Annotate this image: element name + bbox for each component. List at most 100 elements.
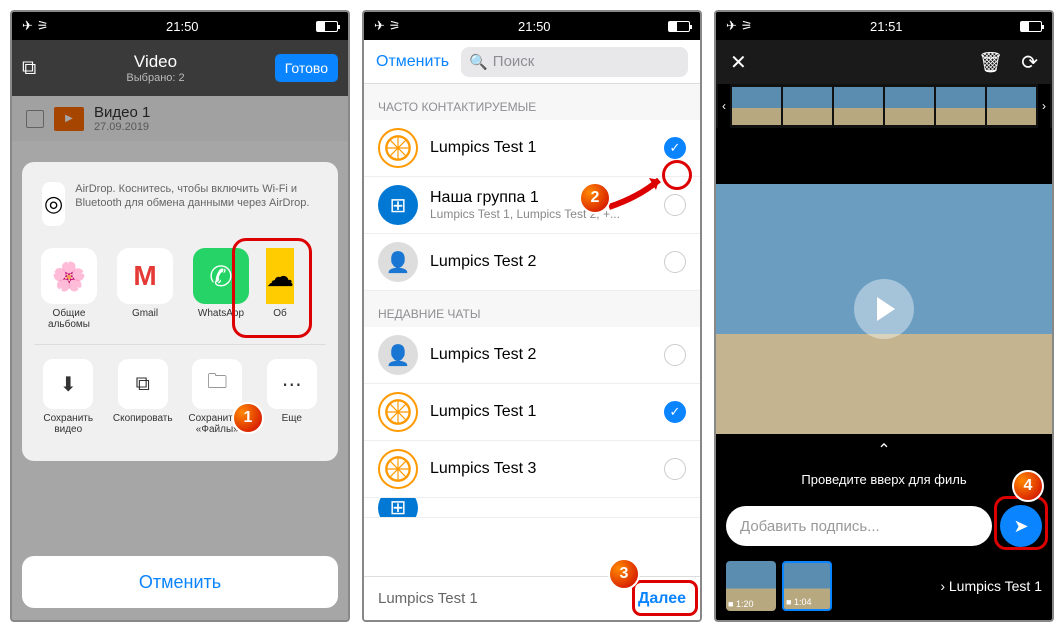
section-recent: НЕДАВНИЕ ЧАТЫ [364, 291, 700, 327]
header-title: Video [126, 52, 184, 72]
editor-header: ✕ 🗑 ⟳ [716, 40, 1052, 84]
contact-row[interactable]: 👤 Lumpics Test 2 [364, 327, 700, 384]
annotation-3: 3 [608, 558, 640, 590]
caption-placeholder: Добавить подпись... [740, 518, 880, 535]
radio-unchecked[interactable] [664, 344, 686, 366]
contact-name: Lumpics Test 2 [430, 346, 652, 364]
app-label: Общие альбомы [38, 308, 100, 330]
citrus-avatar-icon [378, 449, 418, 489]
wifi-icon: ⚞ [389, 18, 401, 34]
trim-handle-left[interactable]: ‹ [718, 84, 730, 128]
airplane-icon: ✈ [726, 18, 737, 34]
video-header: ⧉ Video Выбрано: 2 Готово [12, 40, 348, 96]
contact-row[interactable]: 👤 Lumpics Test 2 [364, 234, 700, 291]
app-label: Gmail [132, 308, 158, 319]
contact-row[interactable]: Lumpics Test 1 ✓ [364, 384, 700, 441]
radio-checked[interactable]: ✓ [664, 137, 686, 159]
windows-avatar-icon: ⊞ [378, 185, 418, 225]
airdrop-icon: ◎ [42, 182, 65, 226]
done-button[interactable]: Готово [275, 54, 338, 82]
copy-icon: ⧉ [118, 359, 168, 409]
annotation-2: 2 [579, 182, 611, 214]
trim-handle-right[interactable]: › [1038, 84, 1050, 128]
contact-row-partial[interactable]: ⊞ [364, 498, 700, 518]
action-label: Еще [282, 413, 302, 424]
save-video-action[interactable]: ⬇ Сохранить видео [38, 359, 99, 435]
airplane-icon: ✈ [374, 18, 385, 34]
wifi-icon: ⚞ [741, 18, 753, 34]
trash-icon[interactable]: 🗑 [978, 50, 1003, 75]
crop-icon[interactable]: ⟳ [1021, 50, 1038, 75]
video-thumb-selected[interactable]: ■ 1:04 [782, 561, 832, 611]
status-time: 21:50 [166, 19, 199, 34]
contact-row[interactable]: Lumpics Test 1 ✓ [364, 120, 700, 177]
thumb-duration: ■ 1:20 [728, 599, 753, 609]
citrus-avatar-icon [378, 392, 418, 432]
cancel-button[interactable]: Отменить [22, 556, 338, 608]
recipient-chip[interactable]: › Lumpics Test 1 [940, 578, 1042, 594]
thumb-duration: ■ 1:04 [786, 597, 811, 607]
status-time: 21:51 [870, 19, 903, 34]
copy-action[interactable]: ⧉ Скопировать [113, 359, 174, 435]
video-thumb[interactable]: ■ 1:20 [726, 561, 776, 611]
download-icon: ⬇ [43, 359, 93, 409]
more-icon: ⋯ [267, 359, 317, 409]
photos-icon: 🌸 [41, 248, 97, 304]
radio-checked[interactable]: ✓ [664, 401, 686, 423]
section-frequent: ЧАСТО КОНТАКТИРУЕМЫЕ [364, 84, 700, 120]
app-row: 🌸 Общие альбомы M Gmail ✆ WhatsApp ☁ Об [34, 234, 326, 344]
highlight-whatsapp [232, 238, 312, 338]
search-placeholder: Поиск [493, 53, 535, 70]
radio-unchecked[interactable] [664, 458, 686, 480]
thumbnails-row: ■ 1:20 ■ 1:04 › Lumpics Test 1 [716, 553, 1052, 619]
annotation-4: 4 [1012, 470, 1044, 502]
caption-input[interactable]: Добавить подпись... [726, 506, 992, 546]
folder-plus-icon[interactable]: ⧉ [22, 57, 36, 80]
battery-icon [668, 21, 690, 32]
cancel-button[interactable]: Отменить [376, 53, 449, 71]
frame [834, 87, 883, 125]
search-icon: 🔍 [469, 53, 488, 71]
windows-avatar-icon: ⊞ [378, 498, 418, 518]
frame [732, 87, 781, 125]
citrus-avatar-icon [378, 128, 418, 168]
photos-app[interactable]: 🌸 Общие альбомы [38, 248, 100, 330]
status-bar: ✈⚞ 21:50 [12, 12, 348, 40]
play-button[interactable] [854, 279, 914, 339]
share-sheet: ◎ AirDrop. Коснитесь, чтобы включить Wi-… [22, 162, 338, 461]
more-action[interactable]: ⋯ Еще [262, 359, 323, 435]
airplane-icon: ✈ [22, 18, 33, 34]
battery-icon [316, 21, 338, 32]
wifi-icon: ⚞ [37, 18, 49, 34]
spacer [716, 128, 1052, 184]
selected-name: Lumpics Test 1 [378, 590, 478, 607]
chevron-up-icon[interactable]: ⌃ [716, 434, 1052, 460]
phone-3-send-preview: ✈⚞ 21:51 ✕ 🗑 ⟳ ‹ › ⌃ Проведите вверх для… [714, 10, 1054, 622]
video-preview[interactable] [716, 184, 1052, 434]
contact-row[interactable]: Lumpics Test 3 [364, 441, 700, 498]
search-input[interactable]: 🔍 Поиск [461, 47, 688, 77]
action-label: Скопировать [113, 413, 173, 424]
phone-1-share-sheet: ✈⚞ 21:50 ⧉ Video Выбрано: 2 Готово ▶ Вид… [10, 10, 350, 622]
arrow-icon [604, 172, 674, 212]
annotation-1: 1 [232, 402, 264, 434]
swipe-hint: Проведите вверх для филь [716, 460, 1052, 499]
trim-filmstrip[interactable]: ‹ › [716, 84, 1052, 128]
default-avatar-icon: 👤 [378, 335, 418, 375]
battery-icon [1020, 21, 1042, 32]
picker-header: Отменить 🔍 Поиск [364, 40, 700, 84]
airdrop-row[interactable]: ◎ AirDrop. Коснитесь, чтобы включить Wi-… [34, 174, 326, 234]
action-row: ⬇ Сохранить видео ⧉ Скопировать 🗀 Сохран… [34, 344, 326, 449]
frame [987, 87, 1036, 125]
airdrop-text: AirDrop. Коснитесь, чтобы включить Wi-Fi… [75, 182, 318, 211]
gmail-icon: M [117, 248, 173, 304]
default-avatar-icon: 👤 [378, 242, 418, 282]
phone-2-contact-picker: ✈⚞ 21:50 Отменить 🔍 Поиск ЧАСТО КОНТАКТИ… [362, 10, 702, 622]
status-bar: ✈⚞ 21:50 [364, 12, 700, 40]
gmail-app[interactable]: M Gmail [114, 248, 176, 330]
close-icon[interactable]: ✕ [730, 50, 747, 75]
contact-name: Lumpics Test 1 [430, 139, 652, 157]
radio-unchecked[interactable] [664, 251, 686, 273]
header-subtitle: Выбрано: 2 [126, 72, 184, 84]
contact-name: Lumpics Test 1 [430, 403, 652, 421]
